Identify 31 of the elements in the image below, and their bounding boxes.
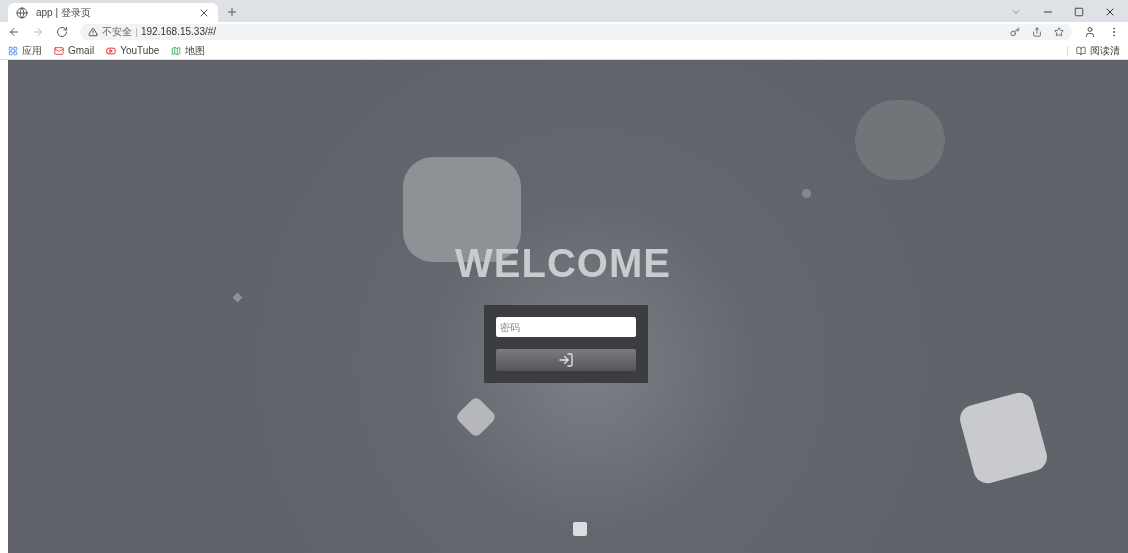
bookmark-icon [8, 45, 18, 56]
tab-title: app | 登录页 [36, 7, 92, 18]
bookmark-link[interactable]: 地图 [185, 45, 206, 56]
bookmark-icon [106, 45, 117, 56]
globe-icon [16, 6, 28, 19]
share-icon[interactable] [1032, 27, 1042, 37]
key-icon[interactable] [1010, 27, 1020, 37]
reload-icon[interactable] [56, 26, 68, 38]
address-bar[interactable]: 不安全 192.168.15.33/#/ [80, 24, 1072, 40]
bookmark-link[interactable]: 应用 [22, 45, 42, 56]
bookmark-icon [54, 45, 64, 56]
star-icon[interactable] [1054, 27, 1064, 37]
bookmark-link[interactable]: YouTube [120, 45, 160, 56]
close-window-icon[interactable] [1104, 6, 1116, 18]
reading-list-icon [1076, 45, 1086, 56]
password-field[interactable]: 密码 [496, 317, 636, 337]
profile-icon[interactable] [1084, 26, 1096, 38]
bookmark-icon [171, 45, 182, 56]
warning-icon [88, 27, 98, 37]
reading-list-link[interactable]: 阅读清 [1090, 45, 1120, 56]
browser-tab[interactable]: app | 登录页 [8, 3, 218, 22]
security-label: 不安全 [102, 27, 132, 37]
back-icon[interactable] [8, 26, 20, 38]
new-tab-icon[interactable] [226, 6, 238, 18]
bookmark-link[interactable]: Gmail [68, 45, 95, 56]
login-icon [558, 352, 574, 368]
login-button[interactable] [496, 349, 636, 371]
url-text: 192.168.15.33/#/ [141, 27, 217, 37]
square-shape [573, 522, 587, 536]
maximize-icon[interactable] [1074, 7, 1084, 17]
welcome-heading: WELCOME [455, 243, 671, 283]
